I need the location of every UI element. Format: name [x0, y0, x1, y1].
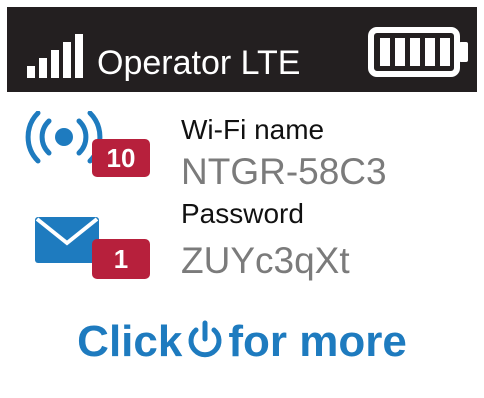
footer-text-after: for more	[228, 317, 407, 366]
connected-devices-badge: 10	[92, 139, 150, 177]
more-info-prompt: Click for more	[7, 317, 477, 367]
power-icon[interactable]	[186, 320, 224, 360]
message-count-badge: 1	[92, 239, 150, 279]
footer-text-before: Click	[77, 317, 183, 366]
device-screen: Operator LTE 10 Wi-Fi name NTGR-58C3 1 P…	[7, 7, 477, 385]
signal-strength-icon	[27, 34, 85, 78]
operator-label: Operator LTE	[97, 44, 301, 82]
wifi-name-value: NTGR-58C3	[181, 151, 387, 192]
password-value: ZUYc3qXt	[181, 240, 350, 281]
password-label: Password	[181, 198, 304, 229]
wifi-name-label: Wi-Fi name	[181, 114, 325, 145]
battery-icon	[368, 27, 468, 77]
status-bar: Operator LTE	[7, 7, 477, 92]
